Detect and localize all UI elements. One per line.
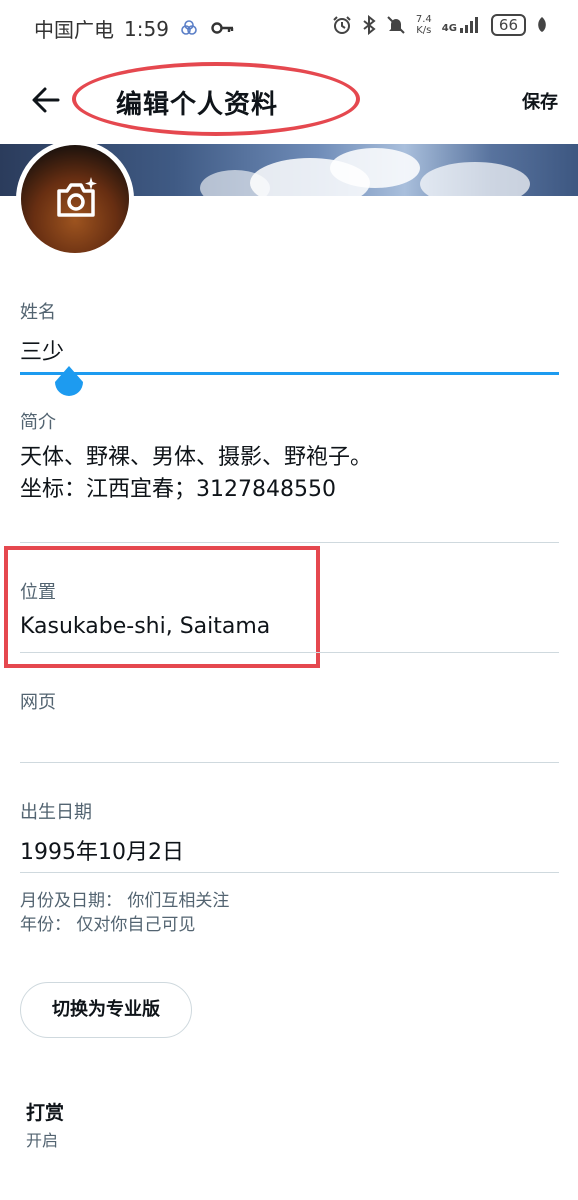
- birthday-label: 出生日期: [20, 802, 92, 823]
- divider: [20, 542, 559, 543]
- bio-input[interactable]: 天体、野裸、男体、摄影、野袍子。 坐标：江西宜春；3127848550: [20, 442, 372, 506]
- network-type: 4G: [441, 23, 457, 34]
- clock: 1:59: [124, 16, 169, 41]
- tips-setting-title[interactable]: 打赏: [26, 1098, 64, 1125]
- divider: [20, 872, 559, 873]
- net-speed-value: 7.4: [415, 14, 432, 25]
- page-title: 编辑个人资料: [116, 90, 279, 120]
- leaf-icon: [538, 17, 546, 32]
- top-app-bar: 编辑个人资料 保存: [0, 56, 578, 144]
- save-button[interactable]: 保存: [522, 88, 558, 114]
- birthday-visibility-month-day[interactable]: 月份及日期： 你们互相关注: [20, 886, 229, 911]
- bluetooth-icon: [363, 15, 376, 35]
- camera-plus-icon: [57, 177, 97, 217]
- bio-line-2: 坐标：江西宜春；3127848550: [20, 477, 336, 502]
- name-input[interactable]: 三少: [20, 334, 64, 366]
- tips-setting-status: 开启: [26, 1131, 59, 1150]
- mute-icon: [387, 16, 405, 34]
- arrow-left-icon: [32, 87, 60, 113]
- bio-line-1: 天体、野裸、男体、摄影、野袍子。: [20, 445, 373, 470]
- website-label: 网页: [20, 692, 56, 713]
- battery-indicator: 66: [490, 14, 526, 36]
- key-icon: [211, 18, 234, 40]
- carrier-label: 中国广电: [34, 18, 114, 42]
- switch-to-professional-button[interactable]: 切换为专业版: [20, 982, 192, 1038]
- birthday-input[interactable]: 1995年10月2日: [20, 834, 184, 866]
- status-bar: 中国广电 1:59 7.4 K/s 4G 66: [0, 0, 578, 56]
- back-button[interactable]: [28, 82, 64, 118]
- website-input[interactable]: [20, 722, 559, 752]
- location-input[interactable]: Kasukabe-shi, Saitama: [20, 614, 270, 639]
- status-left: 中国广电 1:59: [34, 14, 234, 43]
- net-speed: 7.4 K/s: [416, 14, 432, 36]
- name-input-underline: [20, 372, 559, 375]
- annotation-rectangle: [4, 546, 320, 668]
- divider: [20, 652, 559, 653]
- text-cursor-handle[interactable]: [53, 366, 85, 400]
- net-speed-unit: K/s: [416, 25, 432, 36]
- signal-icon: 4G: [442, 16, 481, 34]
- data-saver-icon: [179, 18, 201, 40]
- avatar[interactable]: [16, 140, 134, 258]
- status-right: 7.4 K/s 4G 66: [332, 14, 548, 36]
- alarm-icon: [333, 16, 351, 34]
- bio-label: 简介: [20, 412, 56, 433]
- location-label: 位置: [20, 582, 56, 603]
- birthday-visibility-year[interactable]: 年份： 仅对你自己可见: [20, 910, 195, 935]
- divider: [20, 762, 559, 763]
- name-label: 姓名: [20, 302, 56, 323]
